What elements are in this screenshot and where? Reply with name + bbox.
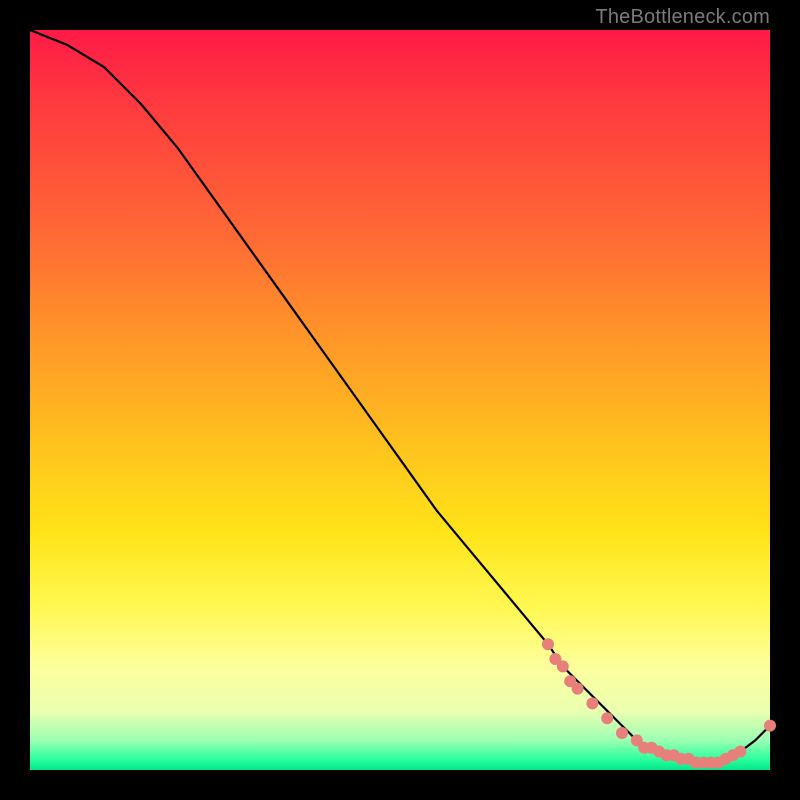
marker-point	[586, 697, 598, 709]
chart-svg	[30, 30, 770, 770]
marker-point	[764, 720, 776, 732]
marker-point	[734, 746, 746, 758]
chart-plot-area	[30, 30, 770, 770]
marker-point	[572, 683, 584, 695]
marker-point	[557, 660, 569, 672]
marker-point	[601, 712, 613, 724]
curve-markers	[542, 638, 776, 768]
bottleneck-curve	[30, 30, 770, 763]
chart-frame: TheBottleneck.com	[0, 0, 800, 800]
watermark-text: TheBottleneck.com	[595, 6, 770, 29]
marker-point	[542, 638, 554, 650]
marker-point	[616, 727, 628, 739]
